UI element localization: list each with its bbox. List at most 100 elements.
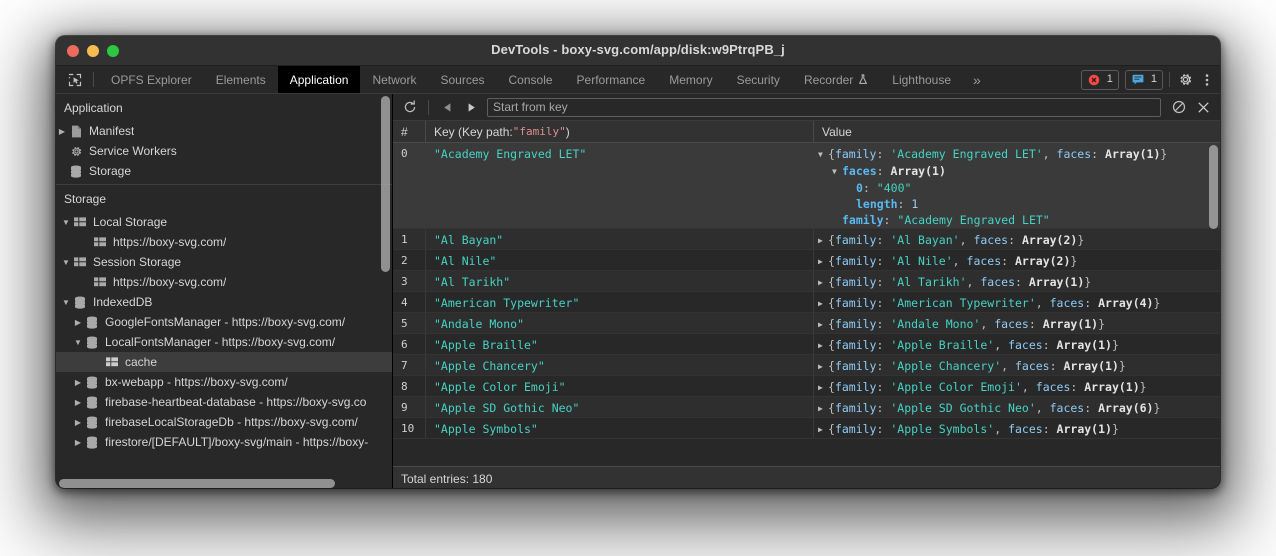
sidebar-vertical-scrollbar[interactable]: [381, 96, 390, 272]
warning-count-badge[interactable]: 1: [1125, 70, 1163, 90]
chevron-right-icon[interactable]: ▶: [72, 398, 84, 407]
table-row[interactable]: 6 "Apple Braille" ▶{family: 'Apple Brail…: [393, 334, 1220, 355]
chevron-right-icon[interactable]: ▶: [818, 275, 828, 291]
chevron-down-icon[interactable]: ▼: [60, 258, 72, 267]
sidebar-item-googlefontsmanager[interactable]: ▶ GoogleFontsManager - https://boxy-svg.…: [56, 312, 392, 332]
value-summary[interactable]: ▶{family: 'Al Tarikh', faces: Array(1)}: [818, 274, 1220, 291]
sidebar-item-session-storage[interactable]: ▼ Session Storage: [56, 252, 392, 272]
chevron-right-icon[interactable]: ▶: [72, 378, 84, 387]
value-summary[interactable]: ▶{family: 'American Typewriter', faces: …: [818, 295, 1220, 312]
chevron-down-icon[interactable]: ▼: [72, 338, 84, 347]
tab-performance[interactable]: Performance: [565, 66, 658, 93]
previous-page-button[interactable]: [436, 97, 458, 117]
value-summary[interactable]: ▶{family: 'Apple Chancery', faces: Array…: [818, 358, 1220, 375]
start-from-key-input[interactable]: Start from key: [487, 98, 1161, 117]
chevron-right-icon[interactable]: ▶: [818, 233, 828, 249]
row-value[interactable]: ▶{family: 'Al Bayan', faces: Array(2)}: [814, 229, 1220, 249]
chevron-right-icon[interactable]: ▶: [818, 401, 828, 417]
tab-recorder[interactable]: Recorder: [792, 66, 880, 93]
sidebar-item-cache[interactable]: ▶ cache: [56, 352, 392, 372]
table-row[interactable]: 0 "Academy Engraved LET" ▼{family: 'Acad…: [393, 143, 1220, 229]
sidebar-item-local-storage[interactable]: ▼ Local Storage: [56, 212, 392, 232]
row-value[interactable]: ▶{family: 'Andale Mono', faces: Array(1)…: [814, 313, 1220, 333]
value-summary[interactable]: ▶{family: 'Andale Mono', faces: Array(1)…: [818, 316, 1220, 333]
chevron-right-icon[interactable]: ▶: [818, 359, 828, 375]
table-row[interactable]: 9 "Apple SD Gothic Neo" ▶{family: 'Apple…: [393, 397, 1220, 418]
value-summary[interactable]: ▶{family: 'Apple Braille', faces: Array(…: [818, 337, 1220, 354]
chevron-right-icon[interactable]: ▶: [818, 380, 828, 396]
row-value[interactable]: ▶{family: 'Apple Chancery', faces: Array…: [814, 355, 1220, 375]
table-row[interactable]: 2 "Al Nile" ▶{family: 'Al Nile', faces: …: [393, 250, 1220, 271]
row-value[interactable]: ▶{family: 'Apple Color Emoji', faces: Ar…: [814, 376, 1220, 396]
tab-console[interactable]: Console: [497, 66, 565, 93]
chevron-down-icon[interactable]: ▼: [60, 218, 72, 227]
settings-button[interactable]: [1176, 72, 1194, 87]
chevron-right-icon[interactable]: ▶: [72, 418, 84, 427]
chevron-down-icon[interactable]: ▼: [60, 298, 72, 307]
sidebar-item-bx-webapp[interactable]: ▶ bx-webapp - https://boxy-svg.com/: [56, 372, 392, 392]
sidebar-item-manifest[interactable]: ▶ Manifest: [56, 121, 392, 141]
column-header-value[interactable]: Value: [814, 121, 1220, 142]
value-child-faces[interactable]: ▼faces: Array(1): [818, 163, 1220, 180]
sidebar-item-firebase-heartbeat-database[interactable]: ▶ firebase-heartbeat-database - https://…: [56, 392, 392, 412]
sidebar-horizontal-scrollbar[interactable]: [59, 479, 335, 488]
tab-network[interactable]: Network: [360, 66, 428, 93]
sidebar-item-session-storage-origin[interactable]: ▶ https://boxy-svg.com/: [56, 272, 392, 292]
error-count-badge[interactable]: 1: [1081, 70, 1119, 90]
refresh-button[interactable]: [399, 97, 421, 117]
row-value[interactable]: ▶{family: 'Al Nile', faces: Array(2)}: [814, 250, 1220, 270]
inspect-element-button[interactable]: [60, 66, 90, 93]
table-row[interactable]: 8 "Apple Color Emoji" ▶{family: 'Apple C…: [393, 376, 1220, 397]
row-value[interactable]: ▶{family: 'Apple SD Gothic Neo', faces: …: [814, 397, 1220, 417]
row-value[interactable]: ▶{family: 'Apple Braille', faces: Array(…: [814, 334, 1220, 354]
sidebar-item-firestore-default[interactable]: ▶ firestore/[DEFAULT]/boxy-svg/main - ht…: [56, 432, 392, 452]
chevron-down-icon[interactable]: ▼: [832, 164, 842, 180]
tab-memory[interactable]: Memory: [657, 66, 724, 93]
chevron-right-icon[interactable]: ▶: [56, 127, 68, 136]
sidebar-item-indexeddb[interactable]: ▼ IndexedDB: [56, 292, 392, 312]
row-value[interactable]: ▶{family: 'American Typewriter', faces: …: [814, 292, 1220, 312]
row-value[interactable]: ▼{family: 'Academy Engraved LET', faces:…: [814, 143, 1220, 228]
clear-object-store-button[interactable]: [1168, 97, 1190, 117]
table-row[interactable]: 7 "Apple Chancery" ▶{family: 'Apple Chan…: [393, 355, 1220, 376]
chevron-down-icon[interactable]: ▼: [818, 147, 828, 163]
row-value[interactable]: ▶{family: 'Apple Symbols', faces: Array(…: [814, 418, 1220, 438]
more-tabs-button[interactable]: »: [963, 66, 991, 93]
column-header-index[interactable]: #: [393, 121, 426, 142]
value-summary[interactable]: ▶{family: 'Apple SD Gothic Neo', faces: …: [818, 400, 1220, 417]
tab-elements[interactable]: Elements: [204, 66, 278, 93]
value-summary[interactable]: ▶{family: 'Al Bayan', faces: Array(2)}: [818, 232, 1220, 249]
table-row[interactable]: 3 "Al Tarikh" ▶{family: 'Al Tarikh', fac…: [393, 271, 1220, 292]
chevron-right-icon[interactable]: ▶: [818, 317, 828, 333]
sidebar-item-storage[interactable]: ▶ Storage: [56, 161, 392, 181]
chevron-right-icon[interactable]: ▶: [818, 422, 828, 438]
value-summary[interactable]: ▶{family: 'Apple Color Emoji', faces: Ar…: [818, 379, 1220, 396]
chevron-right-icon[interactable]: ▶: [72, 318, 84, 327]
sidebar-item-service-workers[interactable]: ▶ Service Workers: [56, 141, 392, 161]
chevron-right-icon[interactable]: ▶: [818, 254, 828, 270]
delete-selected-button[interactable]: [1192, 97, 1214, 117]
column-header-key[interactable]: Key (Key path: "family"): [426, 121, 814, 142]
table-row[interactable]: 4 "American Typewriter" ▶{family: 'Ameri…: [393, 292, 1220, 313]
sidebar-item-local-storage-origin[interactable]: ▶ https://boxy-svg.com/: [56, 232, 392, 252]
row-value[interactable]: ▶{family: 'Al Tarikh', faces: Array(1)}: [814, 271, 1220, 291]
tab-lighthouse[interactable]: Lighthouse: [880, 66, 963, 93]
chevron-right-icon[interactable]: ▶: [818, 338, 828, 354]
table-row[interactable]: 10 "Apple Symbols" ▶{family: 'Apple Symb…: [393, 418, 1220, 439]
table-row[interactable]: 1 "Al Bayan" ▶{family: 'Al Bayan', faces…: [393, 229, 1220, 250]
next-page-button[interactable]: [460, 97, 482, 117]
tab-security[interactable]: Security: [725, 66, 792, 93]
chevron-right-icon[interactable]: ▶: [818, 296, 828, 312]
devtools-main-menu-button[interactable]: [1200, 73, 1214, 87]
tab-sources[interactable]: Sources: [428, 66, 496, 93]
value-summary[interactable]: ▼{family: 'Academy Engraved LET', faces:…: [818, 146, 1220, 163]
sidebar-item-firebaselocalstoragedb[interactable]: ▶ firebaseLocalStorageDb - https://boxy-…: [56, 412, 392, 432]
data-table-vertical-scrollbar[interactable]: [1209, 145, 1218, 229]
value-summary[interactable]: ▶{family: 'Apple Symbols', faces: Array(…: [818, 421, 1220, 438]
value-summary[interactable]: ▶{family: 'Al Nile', faces: Array(2)}: [818, 253, 1220, 270]
chevron-right-icon[interactable]: ▶: [72, 438, 84, 447]
tab-application[interactable]: Application: [278, 66, 361, 93]
sidebar-item-localfontsmanager[interactable]: ▼ LocalFontsManager - https://boxy-svg.c…: [56, 332, 392, 352]
tab-opfs-explorer[interactable]: OPFS Explorer: [99, 66, 204, 93]
table-row[interactable]: 5 "Andale Mono" ▶{family: 'Andale Mono',…: [393, 313, 1220, 334]
